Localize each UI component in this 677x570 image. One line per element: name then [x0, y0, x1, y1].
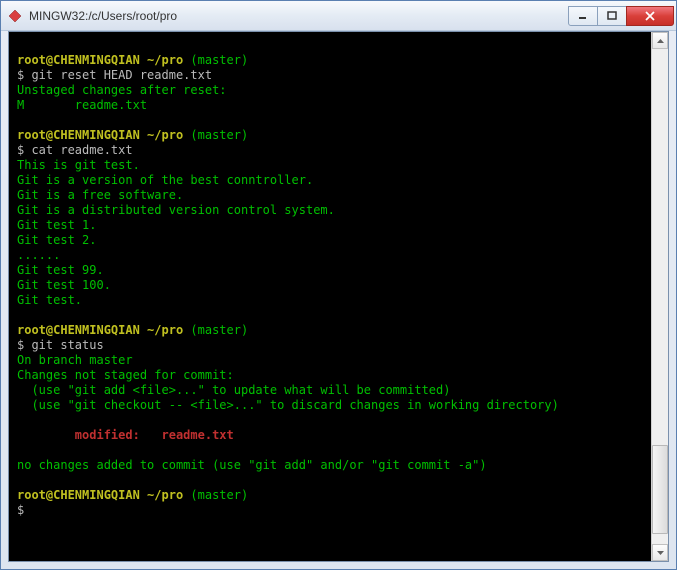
output-line: M readme.txt [17, 98, 643, 113]
output-line: Git test. [17, 293, 643, 308]
minimize-button[interactable] [568, 6, 598, 26]
scroll-up-button[interactable] [652, 32, 668, 49]
output-line: Git test 2. [17, 233, 643, 248]
terminal-output[interactable]: root@CHENMINGQIAN ~/pro (master)$ git re… [9, 32, 651, 561]
output-line: On branch master [17, 353, 643, 368]
output-line: Git is a version of the best conntroller… [17, 173, 643, 188]
output-line: (use "git checkout -- <file>..." to disc… [17, 398, 643, 413]
command-line: $ cat readme.txt [17, 143, 643, 158]
modified-line: modified: readme.txt [17, 428, 643, 443]
output-line: Changes not staged for commit: [17, 368, 643, 383]
window-frame: MINGW32:/c/Users/root/pro root@CHENMINGQ… [0, 0, 677, 570]
output-line: Git is a distributed version control sys… [17, 203, 643, 218]
maximize-button[interactable] [597, 6, 627, 26]
blank-line [17, 308, 643, 323]
vertical-scrollbar[interactable] [651, 32, 668, 561]
command-line: $ git status [17, 338, 643, 353]
scroll-thumb[interactable] [652, 445, 668, 534]
command-line: $ git reset HEAD readme.txt [17, 68, 643, 83]
output-line: Unstaged changes after reset: [17, 83, 643, 98]
close-button[interactable] [626, 6, 674, 26]
prompt-line: root@CHENMINGQIAN ~/pro (master) [17, 128, 643, 143]
output-line: ...... [17, 248, 643, 263]
command-line: $ [17, 503, 643, 518]
blank-line [17, 38, 643, 53]
window-controls [569, 6, 674, 26]
scroll-down-button[interactable] [652, 544, 668, 561]
blank-line [17, 413, 643, 428]
output-line: This is git test. [17, 158, 643, 173]
prompt-line: root@CHENMINGQIAN ~/pro (master) [17, 488, 643, 503]
output-line: Git test 100. [17, 278, 643, 293]
prompt-line: root@CHENMINGQIAN ~/pro (master) [17, 53, 643, 68]
titlebar[interactable]: MINGW32:/c/Users/root/pro [1, 1, 676, 31]
window-title: MINGW32:/c/Users/root/pro [29, 9, 569, 23]
app-icon [7, 8, 23, 24]
output-line: Git is a free software. [17, 188, 643, 203]
blank-line [17, 473, 643, 488]
output-line: no changes added to commit (use "git add… [17, 458, 643, 473]
blank-line [17, 113, 643, 128]
prompt-line: root@CHENMINGQIAN ~/pro (master) [17, 323, 643, 338]
scroll-track[interactable] [652, 49, 668, 544]
output-line: (use "git add <file>..." to update what … [17, 383, 643, 398]
output-line: Git test 99. [17, 263, 643, 278]
blank-line [17, 443, 643, 458]
output-line: Git test 1. [17, 218, 643, 233]
client-area: root@CHENMINGQIAN ~/pro (master)$ git re… [8, 31, 669, 562]
